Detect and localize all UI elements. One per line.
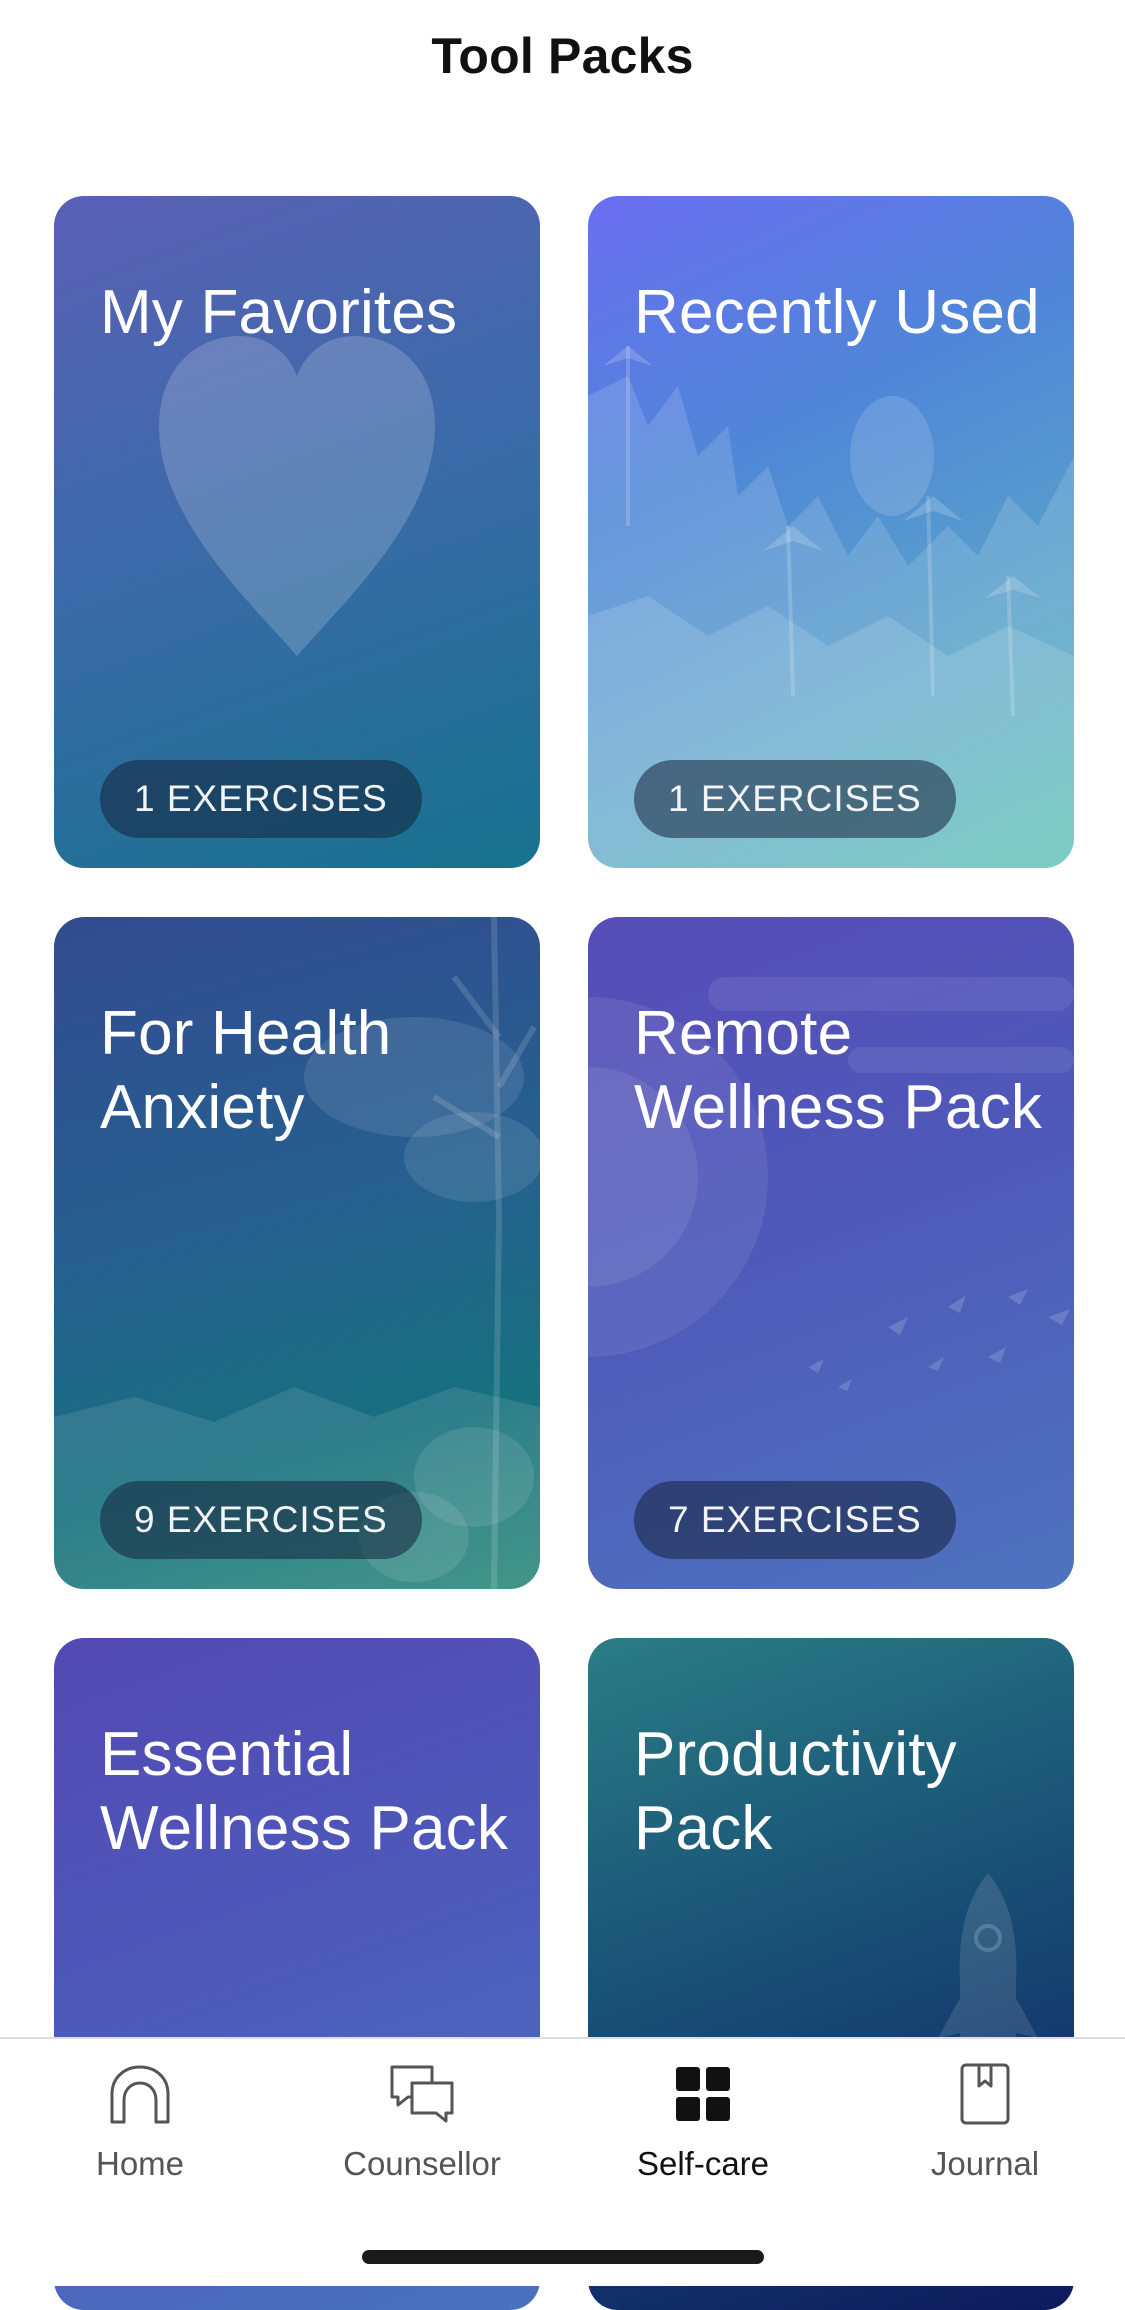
tab-counsellor[interactable]: Counsellor	[322, 2059, 522, 2199]
page-title: Tool Packs	[431, 28, 694, 84]
tab-label: Home	[95, 2145, 185, 2182]
bottom-tab-bar: Home Counsellor Self-care Journal	[0, 2037, 1125, 2286]
tool-pack-card-recently-used[interactable]: Recently Used 1 EXERCISES	[588, 196, 1074, 868]
grid-icon	[668, 2059, 738, 2129]
card-title: Recently Used	[634, 278, 1040, 347]
exercise-count-badge: 9 EXERCISES	[100, 1481, 422, 1559]
tab-label: Journal	[930, 2145, 1040, 2182]
tool-pack-card-my-favorites[interactable]: My Favorites 1 EXERCISES	[54, 196, 540, 868]
card-title: For Health Anxiety	[100, 999, 392, 1142]
home-arch-icon	[105, 2059, 175, 2129]
tab-journal[interactable]: Journal	[885, 2059, 1085, 2199]
exercise-count-badge: 1 EXERCISES	[100, 760, 422, 838]
tool-pack-card-health-anxiety[interactable]: For Health Anxiety 9 EXERCISES	[54, 917, 540, 1589]
tab-self-care[interactable]: Self-care	[603, 2059, 803, 2199]
card-title: My Favorites	[100, 278, 458, 347]
journal-bookmark-icon	[950, 2059, 1020, 2129]
card-title: Productivity Pack	[634, 1720, 957, 1863]
tool-pack-card-remote-wellness[interactable]: Remote Wellness Pack 7 EXERCISES	[588, 917, 1074, 1589]
home-indicator[interactable]	[362, 2250, 764, 2264]
tab-home[interactable]: Home	[40, 2059, 240, 2199]
exercise-count-badge: 7 EXERCISES	[634, 1481, 956, 1559]
chat-bubbles-icon	[387, 2059, 457, 2129]
tab-label: Self-care	[636, 2145, 770, 2182]
card-title: Remote Wellness Pack	[634, 999, 1043, 1142]
tab-label: Counsellor	[343, 2145, 501, 2182]
exercise-count-badge: 1 EXERCISES	[634, 760, 956, 838]
card-title: Essential Wellness Pack	[100, 1720, 509, 1863]
top-bar: Tool Packs	[0, 0, 1125, 110]
